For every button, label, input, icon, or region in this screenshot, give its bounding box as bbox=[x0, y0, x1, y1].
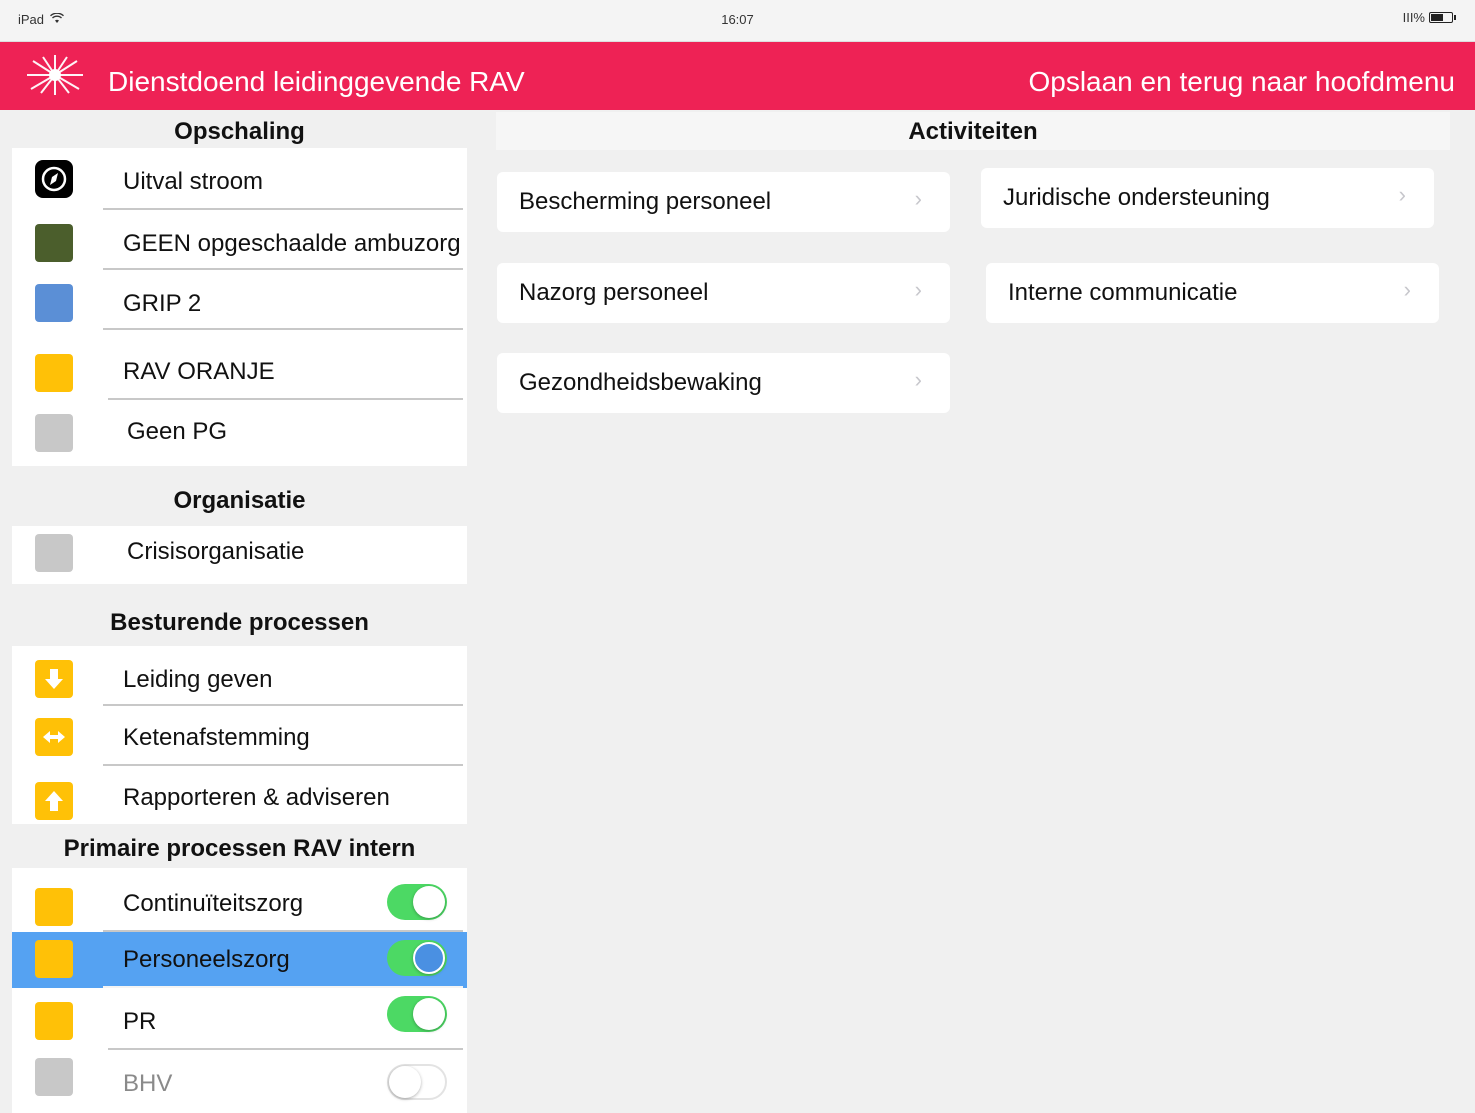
chevron-right-icon: › bbox=[914, 367, 922, 392]
toggle-knob bbox=[413, 886, 445, 918]
chevron-right-icon: › bbox=[1403, 277, 1411, 302]
toggle-knob bbox=[413, 998, 445, 1030]
sidebar-item-label: Rapporteren & adviseren bbox=[123, 784, 390, 811]
pr-toggle[interactable] bbox=[387, 996, 447, 1032]
sidebar-item-bhv[interactable]: BHV bbox=[12, 1050, 467, 1113]
toggle-knob bbox=[389, 1066, 421, 1098]
app-header: Dienstdoend leidinggevende RAV Opslaan e… bbox=[0, 42, 1475, 110]
sidebar-item-label: Leiding geven bbox=[123, 666, 273, 693]
section-organisatie: Organisatie bbox=[12, 466, 467, 526]
arrow-up-icon bbox=[35, 782, 73, 820]
sidebar-item-uitval-stroom[interactable]: Uitval stroom bbox=[12, 148, 467, 210]
card-juridische-ondersteuning[interactable]: Juridische ondersteuning › bbox=[981, 168, 1434, 228]
sidebar-item-ketenafstemming[interactable]: Ketenafstemming bbox=[12, 706, 467, 766]
status-square bbox=[35, 940, 73, 978]
personeelszorg-toggle[interactable] bbox=[387, 940, 447, 976]
chevron-right-icon: › bbox=[914, 186, 922, 211]
card-label: Juridische ondersteuning bbox=[1003, 184, 1270, 211]
card-label: Interne communicatie bbox=[1008, 279, 1238, 306]
compass-icon bbox=[35, 160, 73, 198]
status-square bbox=[35, 354, 73, 392]
sidebar-item-geen-opgeschaalde-ambuzorg[interactable]: GEEN opgeschaalde ambuzorg bbox=[12, 210, 467, 270]
sidebar-item-label: PR bbox=[123, 1008, 157, 1035]
card-label: Gezondheidsbewaking bbox=[519, 369, 762, 396]
toggle-knob bbox=[413, 942, 445, 974]
status-square bbox=[35, 1002, 73, 1040]
sidebar-item-continuiteitszorg[interactable]: Continuïteitszorg bbox=[12, 868, 467, 932]
sidebar-item-geen-pg[interactable]: Geen PG bbox=[12, 400, 467, 466]
status-square bbox=[35, 284, 73, 322]
main-section-title: Activiteiten bbox=[496, 112, 1450, 150]
status-time: 16:07 bbox=[721, 12, 754, 27]
page-title: Dienstdoend leidinggevende RAV bbox=[108, 66, 525, 97]
logo-icon bbox=[22, 50, 88, 100]
sidebar-item-label: GRIP 2 bbox=[123, 290, 202, 317]
card-bescherming-personeel[interactable]: Bescherming personeel › bbox=[497, 172, 950, 232]
card-gezondheidsbewaking[interactable]: Gezondheidsbewaking › bbox=[497, 353, 950, 413]
chevron-right-icon: › bbox=[1398, 182, 1406, 207]
sidebar-item-personeelszorg[interactable]: Personeelszorg bbox=[12, 932, 467, 988]
sidebar-item-rapporteren-adviseren[interactable]: Rapporteren & adviseren bbox=[12, 766, 467, 824]
card-nazorg-personeel[interactable]: Nazorg personeel › bbox=[497, 263, 950, 323]
sidebar-item-label: Crisisorganisatie bbox=[127, 538, 305, 565]
sidebar-item-grip-2[interactable]: GRIP 2 bbox=[12, 270, 467, 330]
sidebar-item-pr[interactable]: PR bbox=[12, 988, 467, 1050]
section-besturende-processen: Besturende processen bbox=[12, 584, 467, 646]
battery-icon bbox=[1429, 12, 1456, 23]
card-label: Bescherming personeel bbox=[519, 188, 772, 215]
sidebar-item-label: Ketenafstemming bbox=[123, 724, 310, 751]
battery-fill bbox=[1431, 14, 1443, 21]
card-label: Nazorg personeel bbox=[519, 279, 709, 306]
continuiteitszorg-toggle[interactable] bbox=[387, 884, 447, 920]
status-square bbox=[35, 534, 73, 572]
status-square bbox=[35, 224, 73, 262]
status-square bbox=[35, 1058, 73, 1096]
chevron-right-icon: › bbox=[914, 277, 922, 302]
sidebar-item-rav-oranje[interactable]: RAV ORANJE bbox=[12, 330, 467, 400]
save-and-back-button[interactable]: Opslaan en terug naar hoofdmenu bbox=[1028, 66, 1455, 98]
status-square bbox=[35, 414, 73, 452]
sidebar-item-label: RAV ORANJE bbox=[123, 358, 275, 385]
sidebar-item-label: Uitval stroom bbox=[123, 168, 264, 195]
card-interne-communicatie[interactable]: Interne communicatie › bbox=[986, 263, 1439, 323]
status-bar: iPad 16:07 III% bbox=[0, 0, 1475, 42]
sidebar-item-leiding-geven[interactable]: Leiding geven bbox=[12, 646, 467, 706]
sidebar-item-label: Continuïteitszorg bbox=[123, 890, 304, 917]
sidebar: Opschaling Uitval stroom GEEN opgeschaal… bbox=[12, 110, 467, 1113]
arrows-horizontal-icon bbox=[35, 718, 73, 756]
sidebar-item-label: Geen PG bbox=[127, 418, 228, 445]
sidebar-item-label: GEEN opgeschaalde ambuzorg bbox=[123, 230, 461, 257]
sidebar-item-label: Personeelszorg bbox=[123, 946, 290, 973]
status-square bbox=[35, 888, 73, 926]
arrow-down-icon bbox=[35, 660, 73, 698]
section-opschaling: Opschaling bbox=[12, 110, 467, 148]
section-primaire-processen: Primaire processen RAV intern bbox=[12, 824, 467, 868]
bhv-toggle[interactable] bbox=[387, 1064, 447, 1100]
battery-percent: III% bbox=[1402, 10, 1425, 25]
sidebar-item-label: BHV bbox=[123, 1070, 173, 1097]
status-right: III% bbox=[1402, 10, 1456, 25]
sidebar-item-crisisorganisatie[interactable]: Crisisorganisatie bbox=[12, 526, 467, 584]
